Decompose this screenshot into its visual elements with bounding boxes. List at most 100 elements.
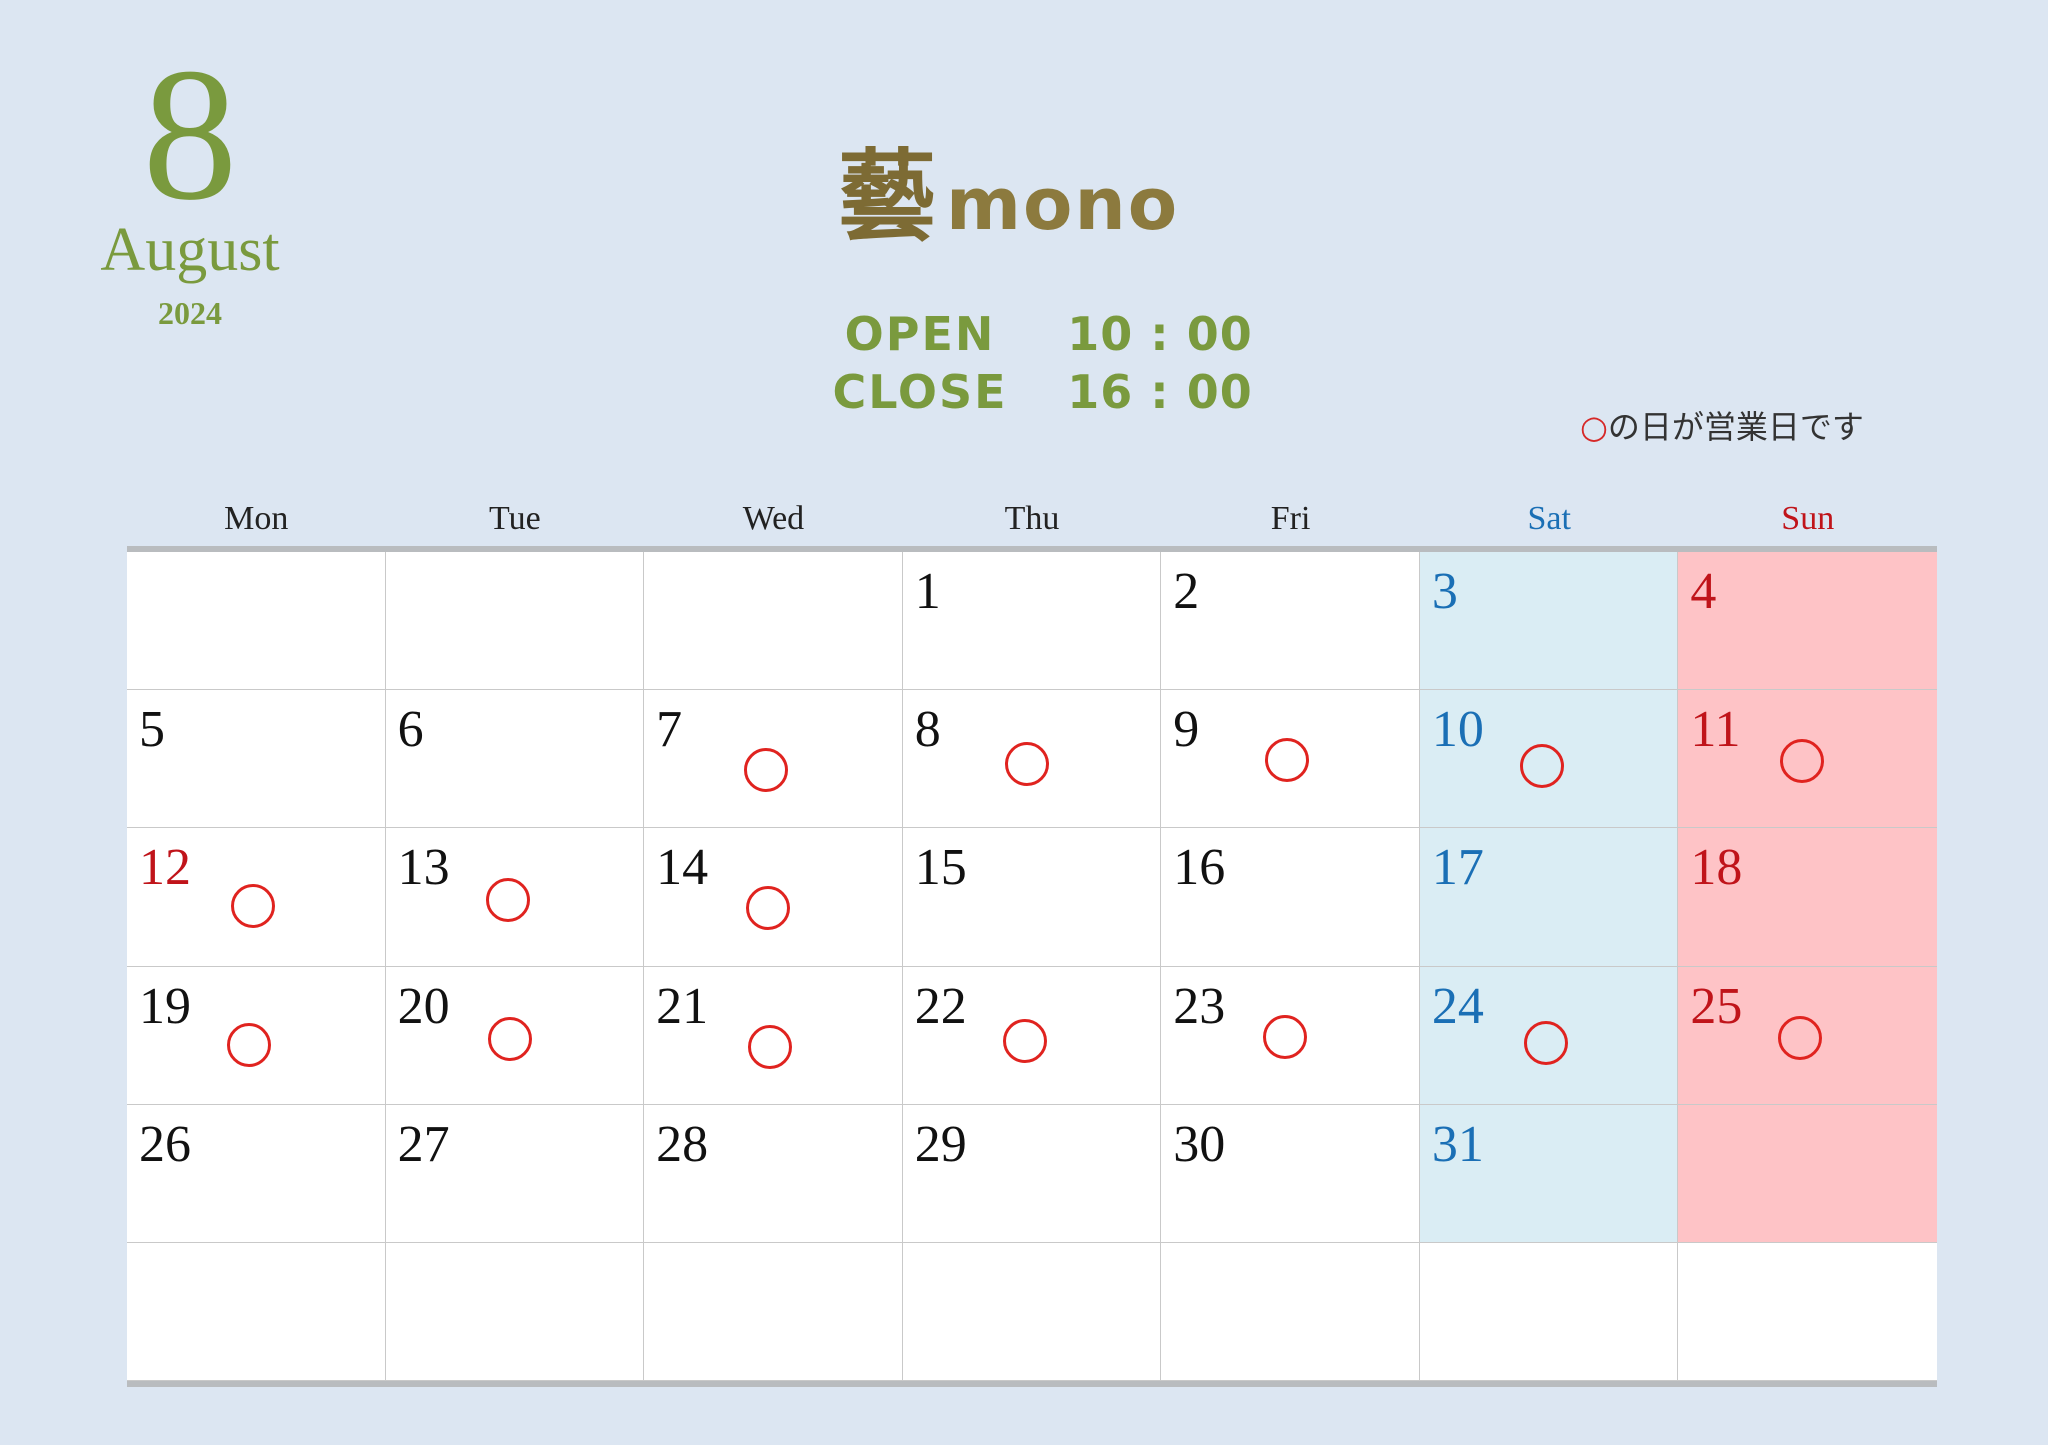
day-number: 4 (1690, 563, 1717, 620)
month-name: August (100, 216, 280, 284)
calendar-cell: 4 (1678, 552, 1937, 691)
day-number: 22 (914, 977, 967, 1035)
weekday-sat: Sat (1527, 500, 1571, 537)
day-number: 25 (1690, 977, 1743, 1035)
open-row: OPEN 10 : 00 (800, 305, 1260, 363)
legend-circle-icon: ○ (1580, 408, 1608, 446)
calendar-cell: 14 (644, 828, 903, 967)
day-number: 27 (397, 1115, 450, 1173)
day-number: 29 (914, 1115, 967, 1173)
calendar-cell (127, 1242, 386, 1381)
calendar-cell: 29 (902, 1104, 1162, 1243)
day-number: 24 (1431, 977, 1484, 1035)
open-day-circle-icon (748, 1024, 793, 1069)
calendar-cell: 18 (1678, 828, 1937, 967)
calendar-cell: 12 (127, 828, 386, 967)
day-number: 17 (1431, 839, 1484, 897)
calendar-cell: 10 (1419, 690, 1679, 829)
calendar-cell: 31 (1419, 1104, 1679, 1243)
open-day-circle-icon (485, 878, 530, 923)
day-number: 14 (656, 839, 709, 897)
calendar-cell: 5 (127, 690, 386, 829)
day-number: 6 (397, 701, 424, 759)
calendar-cell (1419, 1242, 1679, 1381)
calendar-cell: 27 (385, 1104, 645, 1243)
year: 2024 (158, 295, 222, 331)
day-number: 2 (1173, 563, 1200, 620)
day-number: 1 (914, 563, 941, 620)
day-number: 13 (397, 839, 450, 897)
calendar-cell: 6 (385, 690, 645, 829)
calendar-cell (1161, 1242, 1420, 1381)
calendar-cell: 20 (385, 966, 645, 1105)
close-time: 16 : 00 (1067, 365, 1253, 419)
calendar-cell: 23 (1161, 966, 1420, 1105)
month-header: 8 August 2024 (80, 30, 300, 332)
calendar-cell: 11 (1678, 690, 1937, 829)
open-day-circle-icon (1778, 1015, 1823, 1060)
day-number: 19 (139, 977, 191, 1035)
legend-text: の日が営業日です (1607, 408, 1864, 446)
day-number: 26 (139, 1115, 191, 1173)
month-number: 8 (142, 30, 238, 240)
weekday-wed: Wed (742, 500, 805, 537)
calendar-cell (644, 552, 903, 691)
close-row: CLOSE 16 : 00 (800, 363, 1260, 421)
open-day-circle-icon (1519, 744, 1564, 789)
day-number: 20 (397, 977, 450, 1035)
open-day-circle-icon (1523, 1020, 1568, 1065)
calendar-bottom-rule (127, 1381, 1937, 1387)
day-number: 23 (1173, 977, 1226, 1035)
open-day-circle-icon (227, 1022, 271, 1067)
weekday-fri: Fri (1270, 500, 1311, 537)
weekday-mon: Mon (224, 500, 289, 537)
calendar-cell: 25 (1678, 966, 1937, 1105)
calendar-cell: 28 (644, 1104, 903, 1243)
open-day-circle-icon (231, 884, 275, 929)
day-number: 30 (1173, 1115, 1226, 1173)
weekday-tue: Tue (489, 500, 541, 537)
shop-logo: 藝 mono (838, 145, 1179, 250)
calendar-cell: 26 (127, 1104, 386, 1243)
day-number: 15 (914, 839, 967, 897)
calendar-cell: 2 (1161, 552, 1420, 691)
calendar-cell (644, 1242, 903, 1381)
open-day-circle-icon (1002, 1018, 1047, 1063)
weekday-thu: Thu (1004, 500, 1060, 537)
day-number: 21 (656, 977, 709, 1035)
legend: ○の日が営業日です (1580, 402, 1864, 448)
logo-latin: mono (946, 162, 1180, 246)
day-number: 10 (1431, 701, 1484, 759)
calendar-cell (127, 552, 386, 691)
calendar-cell: 15 (902, 828, 1162, 967)
open-day-circle-icon (1265, 738, 1310, 783)
day-number: 8 (914, 701, 941, 759)
day-number: 18 (1690, 839, 1743, 897)
calendar-cell: 13 (385, 828, 645, 967)
day-number: 16 (1173, 839, 1226, 897)
open-label: OPEN (844, 307, 996, 361)
day-number: 7 (656, 701, 683, 759)
open-day-circle-icon (487, 1016, 532, 1061)
day-number: 11 (1690, 701, 1741, 759)
weekday-header: Mon Tue Wed Thu Fri Sat Sun (127, 500, 1937, 538)
calendar-cell: 3 (1419, 552, 1679, 691)
close-label: CLOSE (832, 365, 1008, 419)
open-time: 10 : 00 (1067, 307, 1253, 361)
calendar-cell: 9 (1161, 690, 1420, 829)
calendar-cell: 17 (1419, 828, 1679, 967)
calendar-cell: 22 (902, 966, 1162, 1105)
calendar-grid: 1 2 3 4 5 6 7 8 9 10 11 12 13 14 15 16 17 18 19 20 21 22 23 24 2… (127, 552, 1937, 1381)
day-number: 12 (139, 839, 191, 897)
open-day-circle-icon (1004, 742, 1049, 787)
calendar-cell: 7 (644, 690, 903, 829)
calendar-cell (1678, 1104, 1937, 1243)
calendar-cell: 19 (127, 966, 386, 1105)
day-number: 5 (139, 701, 165, 759)
calendar-cell (1678, 1243, 1937, 1381)
day-number: 31 (1431, 1115, 1484, 1173)
open-day-circle-icon (1780, 739, 1825, 784)
calendar-cell: 8 (902, 690, 1162, 829)
calendar-cell (385, 552, 645, 691)
calendar-cell (385, 1242, 645, 1381)
